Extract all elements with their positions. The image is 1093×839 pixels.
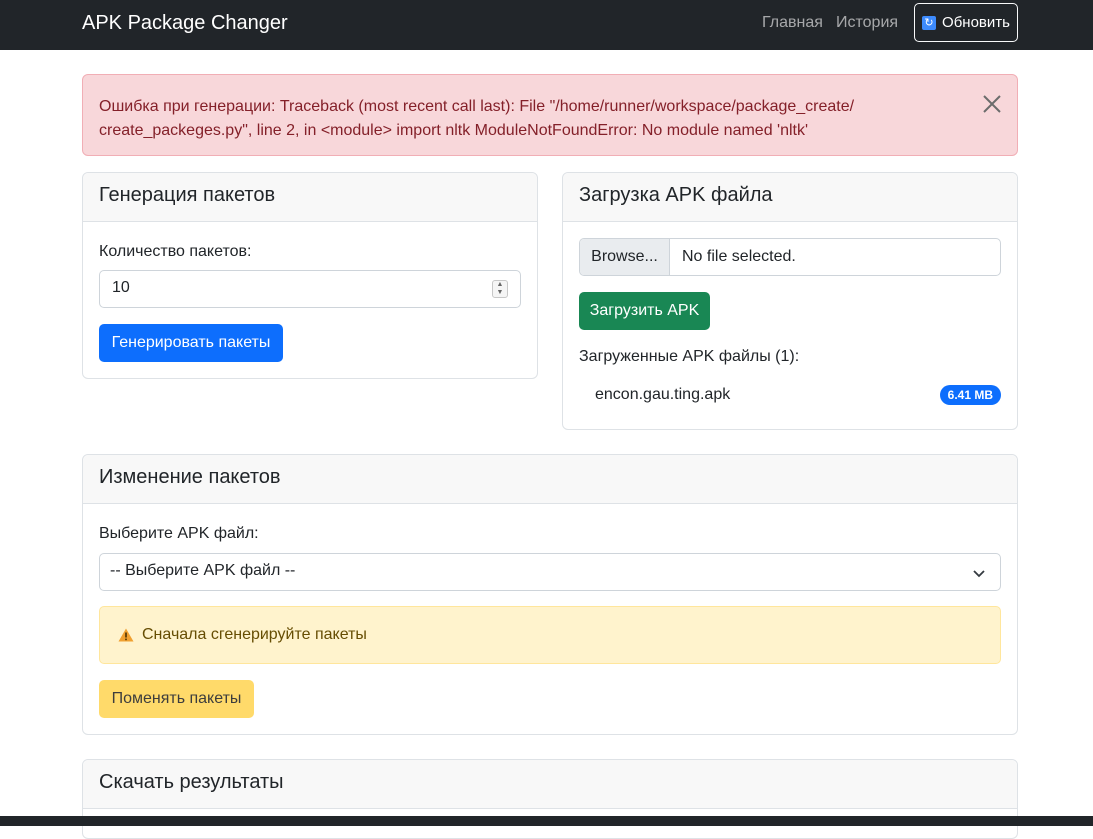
chevron-down-icon — [973, 570, 985, 578]
package-count-label: Количество пакетов: — [99, 243, 252, 260]
nav-link-history[interactable]: История — [836, 14, 898, 32]
apk-file-input[interactable]: Browse... No file selected. — [579, 238, 1001, 276]
change-packages-button[interactable]: Поменять пакеты — [99, 680, 254, 718]
close-icon[interactable] — [981, 93, 1003, 115]
apk-select[interactable]: -- Выберите APK файл -- — [99, 553, 1001, 591]
nav-link-home[interactable]: Главная — [762, 14, 823, 32]
error-alert-text: Ошибка при генерации: Traceback (most re… — [99, 98, 855, 139]
refresh-icon: ↻ — [922, 15, 937, 30]
upload-apk-button[interactable]: Загрузить APK — [579, 292, 710, 330]
generation-card-title: Генерация пакетов — [83, 173, 537, 222]
apk-select-value: -- Выберите APK файл -- — [110, 562, 296, 579]
file-size-badge: 6.41 MB — [939, 385, 1001, 405]
generate-packages-button[interactable]: Генерировать пакеты — [99, 324, 283, 362]
package-count-input[interactable]: 10 ▲ ▼ — [99, 270, 521, 308]
download-card: Скачать результаты — [82, 759, 1018, 839]
warning-icon — [118, 628, 134, 642]
apk-file-name: encon.gau.ting.apk — [595, 386, 731, 403]
file-status: No file selected. — [682, 248, 796, 265]
warning-alert: Сначала сгенерируйте пакеты — [99, 606, 1001, 664]
spinner-arrows-icon[interactable]: ▲ ▼ — [492, 280, 508, 298]
uploaded-files-label: Загруженные APK файлы (1): — [579, 348, 800, 365]
package-count-value: 10 — [112, 279, 130, 296]
download-card-title: Скачать результаты — [83, 760, 1017, 809]
brand-title[interactable]: APK Package Changer — [82, 12, 288, 35]
upload-card-title: Загрузка APK файла — [563, 173, 1017, 222]
warning-text: Сначала сгенерируйте пакеты — [142, 626, 367, 643]
error-alert: Ошибка при генерации: Traceback (most re… — [82, 74, 1018, 156]
bottom-bar — [0, 816, 1093, 826]
refresh-button[interactable]: ↻ Обновить — [914, 3, 1018, 42]
browse-button[interactable]: Browse... — [580, 239, 670, 275]
select-apk-label: Выберите APK файл: — [99, 525, 259, 542]
upload-card: Загрузка APK файла Browse... No file sel… — [562, 172, 1018, 430]
generation-card: Генерация пакетов Количество пакетов: 10… — [82, 172, 538, 379]
change-packages-card: Изменение пакетов Выберите APK файл: -- … — [82, 454, 1018, 735]
refresh-label: Обновить — [942, 14, 1010, 31]
navbar: APK Package Changer Главная История ↻ Об… — [0, 0, 1093, 50]
list-item[interactable]: encon.gau.ting.apk 6.41 MB — [579, 377, 1001, 413]
change-packages-card-title: Изменение пакетов — [83, 455, 1017, 504]
